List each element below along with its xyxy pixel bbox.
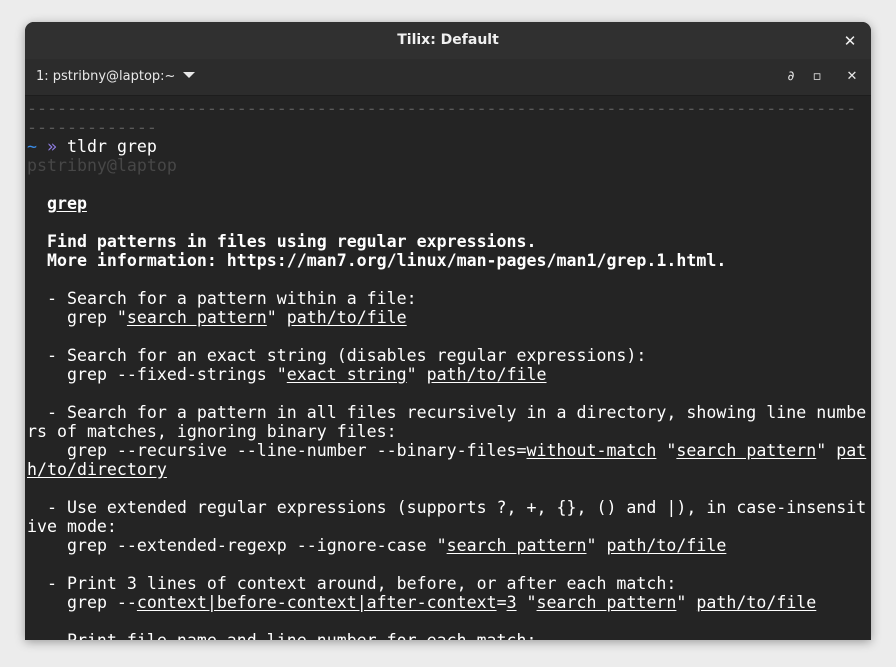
prompt-symbol: »: [47, 137, 57, 156]
user-host-text: pstribny@laptop: [27, 156, 177, 175]
session-bar: 1: pstribny@laptop:~ ∂ ▫ ✕: [25, 59, 871, 96]
tldr-description-line: Find patterns in files using regular exp…: [27, 232, 537, 251]
command-text: tldr grep: [67, 137, 157, 156]
example-description-wrap: ive mode:: [27, 517, 117, 536]
example-description: - Search for an exact string (disables r…: [27, 346, 646, 365]
cmd-text: ": [586, 536, 607, 555]
example-description: - Print 3 lines of context around, befor…: [27, 574, 676, 593]
example-text: - Search for a pattern in all files recu…: [46, 403, 867, 422]
cmd-text: grep --fixed-strings ": [66, 365, 287, 384]
cmd-text: grep --: [66, 593, 137, 612]
separator-line: -------------: [27, 118, 157, 137]
example-text: - Use extended regular expressions (supp…: [46, 498, 867, 517]
placeholder-text: search pattern: [536, 593, 677, 612]
tilix-window: Tilix: Default ✕ 1: pstribny@laptop:~ ∂ …: [25, 22, 871, 640]
example-command: grep --context|before-context|after-cont…: [27, 593, 816, 612]
placeholder-text: path/to/file: [286, 308, 407, 327]
placeholder-text: search pattern: [676, 441, 817, 460]
split-terminal-icon[interactable]: ∂: [780, 66, 802, 88]
window-titlebar[interactable]: Tilix: Default ✕: [25, 22, 871, 59]
cmd-text: ": [676, 593, 697, 612]
example-description: - Use extended regular expressions (supp…: [27, 498, 866, 517]
placeholder-text: exact string: [286, 365, 407, 384]
prompt-cwd: ~: [27, 137, 37, 156]
cmd-text: ": [516, 593, 537, 612]
example-command: grep --extended-regexp --ignore-case "se…: [27, 536, 726, 555]
example-command: grep "search pattern" path/to/file: [27, 308, 407, 327]
cmd-text: ": [656, 441, 677, 460]
placeholder-text: 3: [506, 593, 517, 612]
placeholder-text: search pattern: [126, 308, 267, 327]
placeholder-text: path/to/file: [696, 593, 817, 612]
example-description-wrap: rs of matches, ignoring binary files:: [27, 422, 397, 441]
cmd-text: ": [406, 365, 427, 384]
more-info-text: More information: https://man7.org/linux…: [46, 251, 727, 270]
chevron-down-icon: [183, 71, 196, 78]
close-terminal-icon[interactable]: ✕: [841, 66, 863, 88]
placeholder-text: context|before-context|after-context: [136, 593, 497, 612]
example-command: grep --fixed-strings "exact string" path…: [27, 365, 547, 384]
example-text: - Print file name and line number for ea…: [47, 631, 537, 640]
example-description: - Search for a pattern in all files recu…: [27, 403, 866, 422]
window-title: Tilix: Default: [397, 32, 499, 48]
maximize-terminal-icon[interactable]: ▫: [806, 66, 828, 88]
tldr-title-line: grep: [27, 194, 87, 213]
example-description: - Print file name and line number for ea…: [27, 631, 537, 640]
cmd-text: ": [816, 441, 837, 460]
placeholder-text: path/to/file: [426, 365, 547, 384]
cmd-text: grep --recursive --line-number --binary-…: [66, 441, 527, 460]
example-text: - Search for a pattern within a file:: [46, 289, 417, 308]
example-command-wrap: h/to/directory: [27, 460, 167, 479]
placeholder-text: h/to/directory: [27, 460, 167, 479]
example-text: - Print 3 lines of context around, befor…: [46, 574, 677, 593]
description-text: Find patterns in files using regular exp…: [46, 232, 537, 251]
terminal-output[interactable]: ----------------------------------------…: [25, 96, 871, 640]
tldr-title: grep: [46, 194, 87, 213]
example-description: - Search for a pattern within a file:: [27, 289, 417, 308]
cmd-text: grep ": [66, 308, 127, 327]
separator-line: ----------------------------------------…: [27, 99, 857, 118]
tldr-info-line: More information: https://man7.org/linux…: [27, 251, 726, 270]
window-close-icon[interactable]: ✕: [839, 30, 861, 52]
placeholder-text: pat: [836, 441, 867, 460]
placeholder-text: without-match: [526, 441, 657, 460]
cmd-text: =: [496, 593, 507, 612]
example-text: - Search for an exact string (disables r…: [46, 346, 647, 365]
placeholder-text: path/to/file: [606, 536, 727, 555]
cmd-text: ": [266, 308, 287, 327]
placeholder-text: search pattern: [446, 536, 587, 555]
example-command: grep --recursive --line-number --binary-…: [27, 441, 866, 460]
prompt-line: ~ » tldr grep: [27, 137, 157, 156]
cmd-text: grep --extended-regexp --ignore-case ": [66, 536, 447, 555]
session-label: 1: pstribny@laptop:~: [36, 69, 176, 84]
session-dropdown[interactable]: 1: pstribny@laptop:~: [36, 59, 196, 95]
